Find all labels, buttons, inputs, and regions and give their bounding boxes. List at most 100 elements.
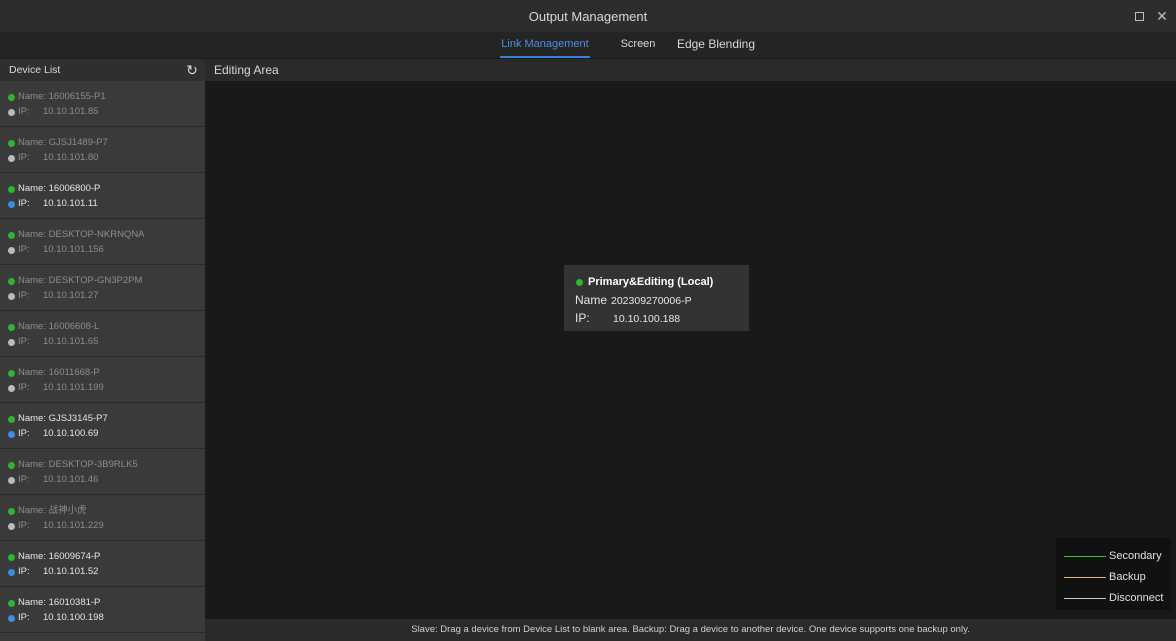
device-ip: 10.10.101.46 xyxy=(43,474,99,485)
device-name-row: Name: GJSJ3145-P7 xyxy=(8,412,108,426)
legend-line-secondary xyxy=(1064,556,1106,557)
refresh-icon: ↻ xyxy=(186,62,198,78)
device-name: 16010381-P xyxy=(48,597,101,608)
device-name-label: Name: xyxy=(18,183,46,194)
ip-status-icon xyxy=(8,431,15,438)
device-list-item[interactable]: Name: 16009674-P IP: 10.10.101.52 xyxy=(0,541,205,587)
device-ip-row: IP: 10.10.101.52 xyxy=(8,565,98,579)
device-ip-label: IP: xyxy=(18,290,30,301)
primary-name-label: Name xyxy=(575,293,608,307)
maximize-button[interactable] xyxy=(1130,7,1148,25)
device-ip: 10.10.101.229 xyxy=(43,520,104,531)
device-name-row: Name: DESKTOP-GN3P2PM xyxy=(8,274,143,288)
device-name: GJSJ3145-P7 xyxy=(48,413,108,424)
device-name-row: Name: 16011668-P xyxy=(8,366,100,380)
device-ip-row: IP: 10.10.101.65 xyxy=(8,335,98,349)
device-ip-label: IP: xyxy=(18,382,30,393)
tab-edge-blending[interactable]: Edge Blending xyxy=(672,32,760,58)
status-dot-icon xyxy=(576,279,583,286)
device-list-item[interactable]: Name: 16010381-P IP: 10.10.100.198 xyxy=(0,587,205,633)
ip-status-icon xyxy=(8,201,15,208)
ip-status-icon xyxy=(8,155,15,162)
device-list-item[interactable]: Name: 16006155-P1 IP: 10.10.101.85 xyxy=(0,81,205,127)
device-ip-row: IP: 10.10.101.85 xyxy=(8,105,98,119)
tab-screen[interactable]: Screen xyxy=(616,32,660,58)
device-list-item[interactable]: Name: 战神小虎 IP: 10.10.101.229 xyxy=(0,495,205,541)
device-ip: 10.10.101.199 xyxy=(43,382,104,393)
editing-area[interactable]: Editing Area Primary&Editing (Local) Nam… xyxy=(205,59,1176,641)
device-name-label: Name: xyxy=(18,229,46,240)
online-status-icon xyxy=(8,508,15,515)
device-ip: 10.10.101.65 xyxy=(43,336,99,347)
device-list-panel: Device List ↻ Name: 16006155-P1 IP: 10.10.… xyxy=(0,59,205,641)
device-list-title: Device List xyxy=(9,64,61,76)
ip-status-icon xyxy=(8,109,15,116)
device-list-item[interactable]: Name: 16011668-P IP: 10.10.101.199 xyxy=(0,357,205,403)
close-button[interactable]: ✕ xyxy=(1153,7,1171,25)
device-name: DESKTOP-3B9RLK5 xyxy=(48,459,138,470)
device-ip-label: IP: xyxy=(18,198,30,209)
device-ip: 10.10.100.198 xyxy=(43,612,104,623)
legend-label: Secondary xyxy=(1109,550,1162,562)
device-name-label: Name: xyxy=(18,137,46,148)
device-ip-label: IP: xyxy=(18,244,30,255)
device-list-item[interactable]: Name: DESKTOP-3B9RLK5 IP: 10.10.101.46 xyxy=(0,449,205,495)
device-name-row: Name: GJSJ1489-P7 xyxy=(8,136,108,150)
online-status-icon xyxy=(8,232,15,239)
device-name-row: Name: 战神小虎 xyxy=(8,504,87,518)
ip-status-icon xyxy=(8,615,15,622)
status-bar: Slave: Drag a device from Device List to… xyxy=(205,619,1176,641)
device-name-row: Name: 16010381-P xyxy=(8,596,101,610)
device-list-item[interactable]: Name: GJSJ3145-P7 IP: 10.10.100.69 xyxy=(0,403,205,449)
primary-card-title: Primary&Editing (Local) xyxy=(588,276,714,288)
device-ip-label: IP: xyxy=(18,336,30,347)
tab-link-management[interactable]: Link Management xyxy=(500,32,590,58)
online-status-icon xyxy=(8,416,15,423)
device-name-row: Name: DESKTOP-3B9RLK5 xyxy=(8,458,138,472)
legend-line-disconnect xyxy=(1064,598,1106,599)
device-ip-row: IP: 10.10.100.69 xyxy=(8,427,98,441)
device-name: 16011668-P xyxy=(48,367,100,378)
legend-line-backup xyxy=(1064,577,1106,578)
device-ip-label: IP: xyxy=(18,106,30,117)
device-list-item[interactable]: Name: DESKTOP-NKRNQNA IP: 10.10.101.156 xyxy=(0,219,205,265)
tab-label: Link Management xyxy=(501,38,589,50)
primary-device-card[interactable]: Primary&Editing (Local) Name 20230927000… xyxy=(564,265,749,331)
device-name-row: Name: 16006800-P xyxy=(8,182,100,196)
device-list-item[interactable]: Name: 16006608-L IP: 10.10.101.65 xyxy=(0,311,205,357)
device-name-row: Name: 16009674-P xyxy=(8,550,100,564)
ip-status-icon xyxy=(8,385,15,392)
device-list: Name: 16006155-P1 IP: 10.10.101.85 Name: GJ… xyxy=(0,81,205,633)
link-legend: Secondary Backup Disconnect xyxy=(1056,538,1171,610)
tab-bar: Link Management Screen Edge Blending xyxy=(0,32,1176,58)
device-ip: 10.10.101.27 xyxy=(43,290,99,301)
device-name-label: Name: xyxy=(18,91,46,102)
device-list-item[interactable]: Name: DESKTOP-GN3P2PM IP: 10.10.101.27 xyxy=(0,265,205,311)
device-list-item[interactable]: Name: 16006800-P IP: 10.10.101.11 xyxy=(0,173,205,219)
online-status-icon xyxy=(8,94,15,101)
ip-status-icon xyxy=(8,339,15,346)
online-status-icon xyxy=(8,554,15,561)
device-name: DESKTOP-GN3P2PM xyxy=(48,275,143,286)
output-management-window: Output Management ✕ Link Management Scre… xyxy=(0,0,1176,641)
tab-label: Edge Blending xyxy=(676,37,756,51)
device-name-row: Name: DESKTOP-NKRNQNA xyxy=(8,228,145,242)
device-name: 16006155-P1 xyxy=(48,91,106,102)
editing-area-header: Editing Area xyxy=(205,59,1176,81)
device-name-label: Name: xyxy=(18,459,46,470)
device-name: 战神小虎 xyxy=(48,505,87,516)
device-list-header: Device List ↻ xyxy=(0,59,205,81)
device-ip-row: IP: 10.10.100.198 xyxy=(8,611,104,625)
device-ip: 10.10.100.69 xyxy=(43,428,99,439)
online-status-icon xyxy=(8,370,15,377)
device-name-label: Name: xyxy=(18,597,46,608)
device-name-label: Name: xyxy=(18,321,46,332)
device-ip-row: IP: 10.10.101.199 xyxy=(8,381,104,395)
device-name-label: Name: xyxy=(18,505,46,516)
device-list-item[interactable]: Name: GJSJ1489-P7 IP: 10.10.101.80 xyxy=(0,127,205,173)
device-ip: 10.10.101.52 xyxy=(43,566,99,577)
ip-status-icon xyxy=(8,523,15,530)
online-status-icon xyxy=(8,186,15,193)
refresh-button[interactable]: ↻ xyxy=(184,61,200,79)
online-status-icon xyxy=(8,462,15,469)
